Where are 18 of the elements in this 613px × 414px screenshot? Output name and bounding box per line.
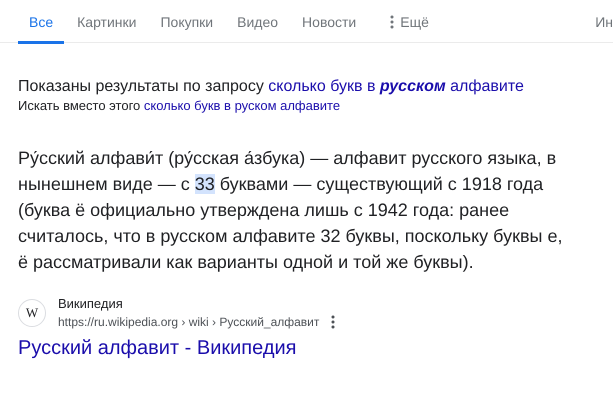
site-url: https://ru.wikipedia.org › wiki › Русский_алфавит: [58, 314, 320, 331]
search-tab[interactable]: Все: [18, 0, 64, 44]
answer-snippet: Ру́сский алфави́т (ру́сская а́збука) — алфавит русского языка, в нынешнем виде — с 33 буквами — существующий с 1918 года (буква ё официально утверждена лишь с 1942 года: ранее считалось, что в русском алфавите 32 буквы, поскольку буквы е, ё рассматривали как варианты одной и той же буквы).: [18, 147, 564, 274]
original-query-link[interactable]: сколько букв в руском алфавите: [144, 98, 340, 113]
more-options-icon[interactable]: [331, 315, 336, 329]
more-tab[interactable]: Ещё: [379, 0, 440, 44]
search-tab[interactable]: Картинки: [66, 0, 148, 44]
corrected-query-link[interactable]: сколько букв в русском алфавите: [268, 78, 524, 95]
site-favicon[interactable]: W: [18, 299, 46, 327]
result-title-link[interactable]: Русский алфавит - Википедия: [18, 335, 296, 361]
showing-results-text: Показаны результаты по запросу сколько букв в русском алфавите: [18, 77, 525, 97]
search-tab[interactable]: Видео: [226, 0, 290, 44]
search-tab[interactable]: Покупки: [149, 0, 224, 44]
search-tab[interactable]: Ин: [584, 0, 613, 44]
search-instead-text: Искать вместо этого сколько букв в руском алфавите: [18, 97, 342, 115]
site-name: Википедия: [58, 295, 124, 313]
more-icon: [390, 14, 394, 28]
search-tab[interactable]: Новости: [291, 0, 368, 44]
